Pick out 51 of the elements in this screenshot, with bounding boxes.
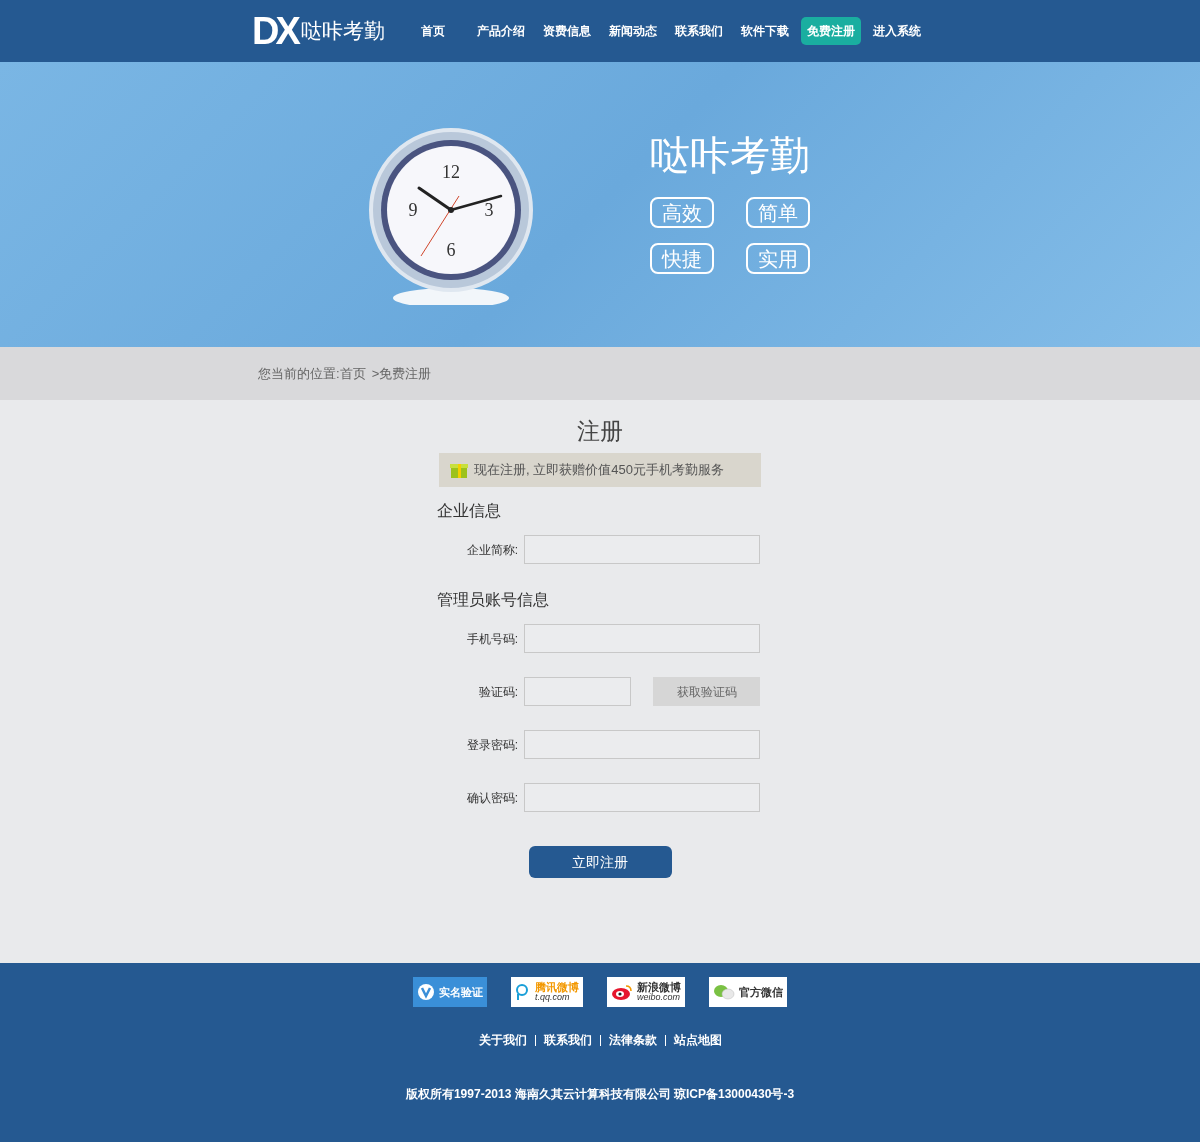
logo-mark[interactable]: DX bbox=[252, 12, 297, 50]
badge-url: weibo.com bbox=[637, 993, 681, 1002]
badge-label: 官方微信 bbox=[739, 986, 783, 998]
social-badge[interactable]: 官方微信 bbox=[709, 977, 787, 1007]
promo-text: 现在注册, 立即获赠价值450元手机考勤服务 bbox=[474, 461, 724, 480]
field-label: 确认密码: bbox=[465, 789, 519, 807]
footer-link[interactable]: 法律条款 bbox=[608, 1031, 657, 1049]
field-label: 登录密码: bbox=[465, 736, 519, 754]
gift-icon bbox=[449, 461, 469, 479]
shield-icon bbox=[417, 983, 435, 1001]
register-button[interactable]: 立即注册 bbox=[528, 846, 672, 878]
form-title: 注册 bbox=[577, 420, 623, 443]
nav-link[interactable]: 资费信息 bbox=[536, 17, 597, 45]
nav-link[interactable]: 首页 bbox=[414, 17, 451, 45]
nav-link[interactable]: 新闻动态 bbox=[602, 17, 663, 45]
field-label: 手机号码: bbox=[465, 630, 519, 648]
feature-tag: 实用 bbox=[746, 243, 810, 274]
nav-link[interactable]: 产品介绍 bbox=[470, 17, 531, 45]
copyright-text: 版权所有1997-2013 海南久其云计算科技有限公司 琼ICP备13000430号-3 bbox=[405, 1086, 795, 1103]
logo-text: 哒咔考勤 bbox=[300, 18, 385, 45]
footer-link[interactable]: 站点地图 bbox=[673, 1031, 722, 1049]
text-input[interactable] bbox=[524, 730, 760, 759]
text-input[interactable] bbox=[524, 783, 760, 812]
feature-tag: 快捷 bbox=[650, 243, 714, 274]
feature-tag: 高效 bbox=[650, 197, 714, 228]
breadcrumb-link[interactable]: 首页 bbox=[339, 363, 366, 384]
eye-icon bbox=[611, 984, 633, 1000]
section-heading: 企业信息 bbox=[437, 501, 502, 521]
nav-link[interactable]: 进入系统 bbox=[866, 17, 927, 45]
breadcrumb-link[interactable]: >免费注册 bbox=[371, 363, 432, 384]
badge-label: 实名验证 bbox=[439, 986, 483, 998]
social-badge[interactable]: 腾讯微博 t.qq.com bbox=[511, 977, 583, 1007]
social-badge[interactable]: 新浪微博 weibo.com bbox=[607, 977, 685, 1007]
banner-title: 哒咔考勤 bbox=[650, 135, 810, 175]
footer-link[interactable]: 关于我们 bbox=[478, 1031, 527, 1049]
code-input[interactable] bbox=[524, 677, 631, 706]
feature-tag: 简单 bbox=[746, 197, 810, 228]
get-code-button[interactable]: 获取验证码 bbox=[653, 677, 760, 706]
badge-url: t.qq.com bbox=[535, 993, 570, 1002]
field-label: 企业简称: bbox=[465, 541, 519, 559]
text-input[interactable] bbox=[524, 535, 760, 564]
breadcrumb-label: 您当前的位置: bbox=[258, 364, 340, 383]
section-heading: 管理员账号信息 bbox=[437, 590, 550, 610]
nav-link[interactable]: 联系我们 bbox=[668, 17, 729, 45]
badge-label: 腾讯微博 bbox=[535, 982, 579, 993]
nav-link[interactable]: 软件下载 bbox=[734, 17, 795, 45]
footer-link[interactable]: 联系我们 bbox=[543, 1031, 592, 1049]
badge-label: 新浪微博 bbox=[637, 982, 681, 993]
field-label: 验证码: bbox=[477, 683, 519, 701]
text-input[interactable] bbox=[524, 624, 760, 653]
chat-bubbles-icon bbox=[713, 984, 735, 1000]
